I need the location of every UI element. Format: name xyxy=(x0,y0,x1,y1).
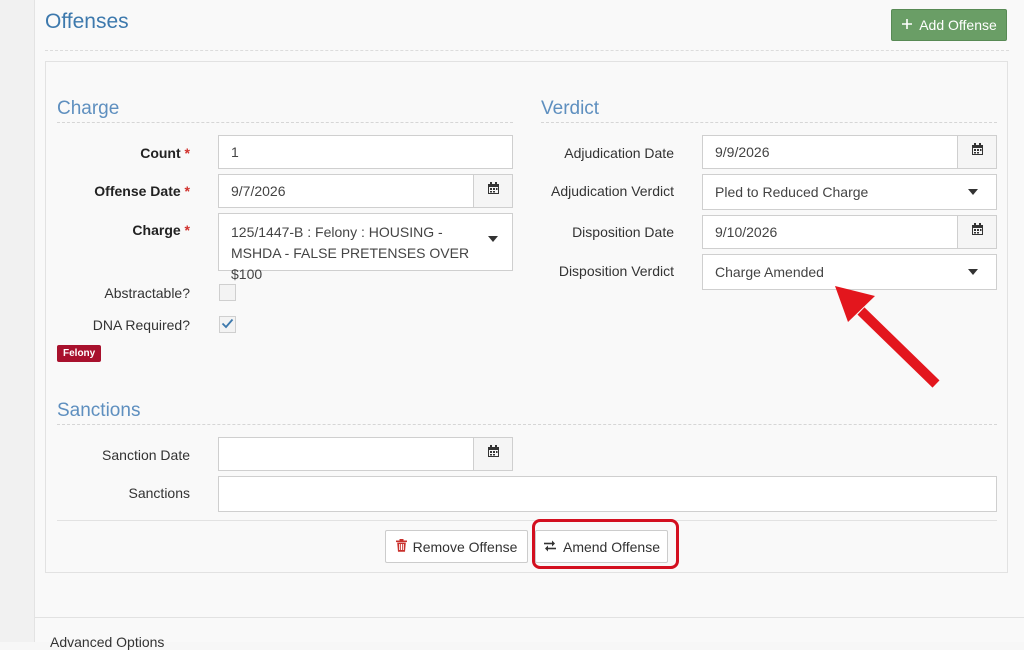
annotation-arrow-icon xyxy=(835,286,940,388)
